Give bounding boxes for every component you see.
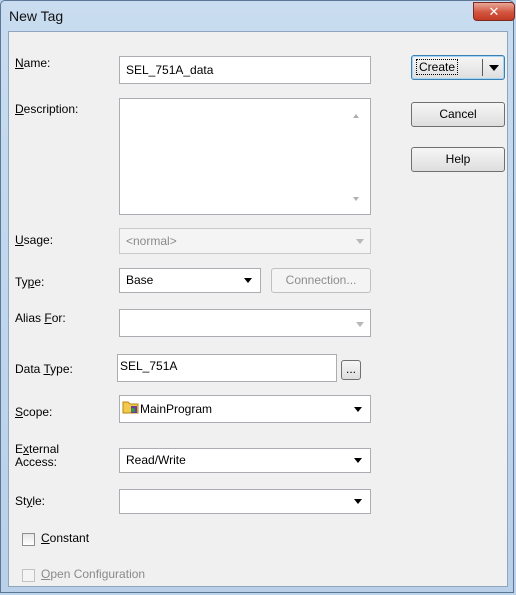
chevron-down-icon (354, 458, 362, 463)
connection-button[interactable]: Connection... (271, 268, 371, 293)
open-configuration-label[interactable]: Open Configuration (41, 567, 145, 581)
usage-select[interactable]: <normal> (119, 228, 371, 254)
type-value: Base (126, 273, 154, 287)
help-button[interactable]: Help (411, 147, 505, 172)
type-select[interactable]: Base (119, 268, 261, 293)
dialog-body: Name: SEL_751A_data Description: Usage: … (8, 31, 508, 587)
chevron-down-icon[interactable] (489, 65, 499, 71)
new-tag-dialog: New Tag ✕ Name: SEL_751A_data Descriptio… (0, 0, 515, 593)
usage-label: Usage: (15, 233, 54, 247)
constant-checkbox[interactable] (22, 533, 35, 546)
external-access-label: External Access: (15, 442, 60, 469)
data-type-field[interactable]: SEL_751A (117, 354, 337, 382)
cancel-button[interactable]: Cancel (411, 102, 505, 127)
close-button[interactable]: ✕ (473, 2, 515, 21)
open-configuration-checkbox[interactable] (22, 569, 35, 582)
style-label: Style: (15, 494, 46, 508)
name-label: Name: (15, 56, 51, 70)
chevron-down-icon (354, 499, 362, 504)
scroll-up-icon (353, 114, 359, 118)
close-icon: ✕ (488, 4, 500, 19)
split-divider (482, 59, 483, 76)
name-field[interactable]: SEL_751A_data (119, 56, 371, 84)
constant-label[interactable]: Constant (41, 531, 89, 545)
description-field[interactable] (119, 98, 371, 215)
title-bar[interactable]: New Tag ✕ (1, 1, 515, 31)
program-folder-icon (122, 401, 139, 414)
type-label: Type: (15, 275, 45, 289)
create-button[interactable]: Create (411, 55, 505, 80)
style-select[interactable] (119, 489, 371, 514)
browse-data-type-button[interactable]: ... (341, 360, 361, 380)
scope-label: Scope: (15, 405, 53, 419)
scope-value: MainProgram (140, 402, 213, 416)
alias-for-select[interactable] (119, 309, 371, 337)
chevron-down-icon (354, 407, 362, 412)
scope-select[interactable]: MainProgram (119, 395, 371, 423)
data-type-label: Data Type: (15, 362, 73, 376)
external-access-value: Read/Write (126, 453, 186, 467)
usage-value: <normal> (126, 234, 177, 248)
chevron-down-icon (356, 322, 364, 327)
create-button-label: Create (416, 59, 459, 75)
window-title: New Tag (9, 8, 64, 24)
description-label: Description: (15, 102, 79, 116)
scroll-down-icon (353, 197, 359, 201)
chevron-down-icon (244, 278, 252, 283)
chevron-down-icon (356, 239, 364, 244)
external-access-select[interactable]: Read/Write (119, 448, 371, 473)
alias-for-label: Alias For: (15, 311, 66, 325)
